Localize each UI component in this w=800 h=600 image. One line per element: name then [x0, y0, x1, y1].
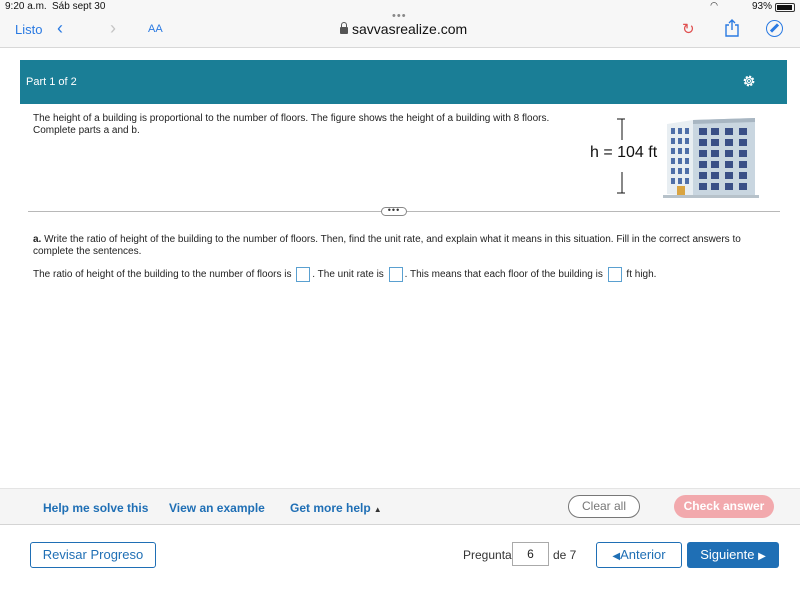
- next-label: Siguiente: [700, 547, 755, 562]
- battery-icon: [775, 3, 795, 12]
- sentence-part-4: ft high.: [626, 269, 657, 281]
- building-figure: h = 104 ft: [585, 116, 765, 198]
- compass-icon[interactable]: [766, 20, 783, 37]
- part-a-prefix: a.: [33, 234, 42, 245]
- expand-handle-icon[interactable]: •••: [381, 206, 407, 216]
- help-bar: Help me solve this View an example Get m…: [0, 488, 800, 524]
- browser-toolbar: ••• Listo ‹ › AA savvasrealize.com ↻: [0, 10, 800, 48]
- chevron-right-icon[interactable]: ›: [110, 18, 116, 39]
- question-number-input[interactable]: 6: [512, 542, 549, 566]
- status-time: 9:20 a.m.: [5, 1, 47, 12]
- ratio-answer-input[interactable]: [296, 267, 311, 282]
- part-header: Part 1 of 2: [20, 60, 787, 104]
- next-button[interactable]: Siguiente ▶: [687, 542, 779, 568]
- view-example-link[interactable]: View an example: [169, 501, 265, 515]
- gear-icon[interactable]: [742, 74, 756, 88]
- check-answer-button[interactable]: Check answer: [674, 495, 774, 518]
- problem-statement: The height of a building is proportional…: [33, 113, 550, 136]
- building-illustration: [663, 118, 759, 198]
- previous-button[interactable]: ◀Anterior: [596, 542, 682, 568]
- unit-rate-answer-input[interactable]: [388, 267, 403, 282]
- battery-percent: 93%: [751, 1, 772, 12]
- answer-sentence: The ratio of height of the building to t…: [33, 267, 773, 283]
- text-size-label: AA: [148, 23, 163, 35]
- part-label: Part 1 of 2: [26, 76, 77, 88]
- help-me-solve-link[interactable]: Help me solve this: [43, 501, 148, 515]
- get-more-help-link[interactable]: Get more help ▲: [290, 501, 382, 515]
- lock-icon: [340, 22, 348, 34]
- share-icon[interactable]: [724, 19, 740, 37]
- wifi-icon: ◠: [710, 0, 718, 10]
- caret-left-icon: ◀: [612, 551, 621, 562]
- question-total: de 7: [553, 548, 577, 562]
- url-text: savvasrealize.com: [352, 21, 468, 37]
- caret-up-icon: ▲: [373, 505, 382, 514]
- clear-all-button[interactable]: Clear all: [568, 495, 640, 518]
- get-more-help-label: Get more help: [290, 501, 371, 515]
- sentence-part-1: The ratio of height of the building to t…: [33, 269, 292, 281]
- floor-height-answer-input[interactable]: [607, 267, 622, 282]
- status-date: Sáb sept 30: [52, 1, 106, 12]
- sentence-part-3: . This means that each floor of the buil…: [404, 269, 603, 281]
- done-button[interactable]: Listo: [15, 22, 42, 37]
- address-bar[interactable]: savvasrealize.com: [340, 21, 467, 37]
- sentence-part-2: . The unit rate is: [312, 269, 384, 281]
- part-a-instruction: a. Write the ratio of height of the buil…: [33, 234, 773, 258]
- question-label: Pregunta: [463, 548, 512, 562]
- height-label: h = 104 ft: [590, 144, 658, 161]
- caret-right-icon: ▶: [758, 551, 766, 562]
- previous-label: Anterior: [620, 547, 666, 562]
- text-size-button[interactable]: AA: [148, 23, 163, 35]
- review-progress-button[interactable]: Revisar Progreso: [30, 542, 156, 568]
- part-a-text: Write the ratio of height of the buildin…: [33, 234, 741, 257]
- reload-icon[interactable]: ↻: [682, 20, 695, 38]
- chevron-left-icon[interactable]: ‹: [57, 18, 63, 39]
- footer-nav: Revisar Progreso Pregunta 6 de 7 ◀Anteri…: [0, 524, 800, 600]
